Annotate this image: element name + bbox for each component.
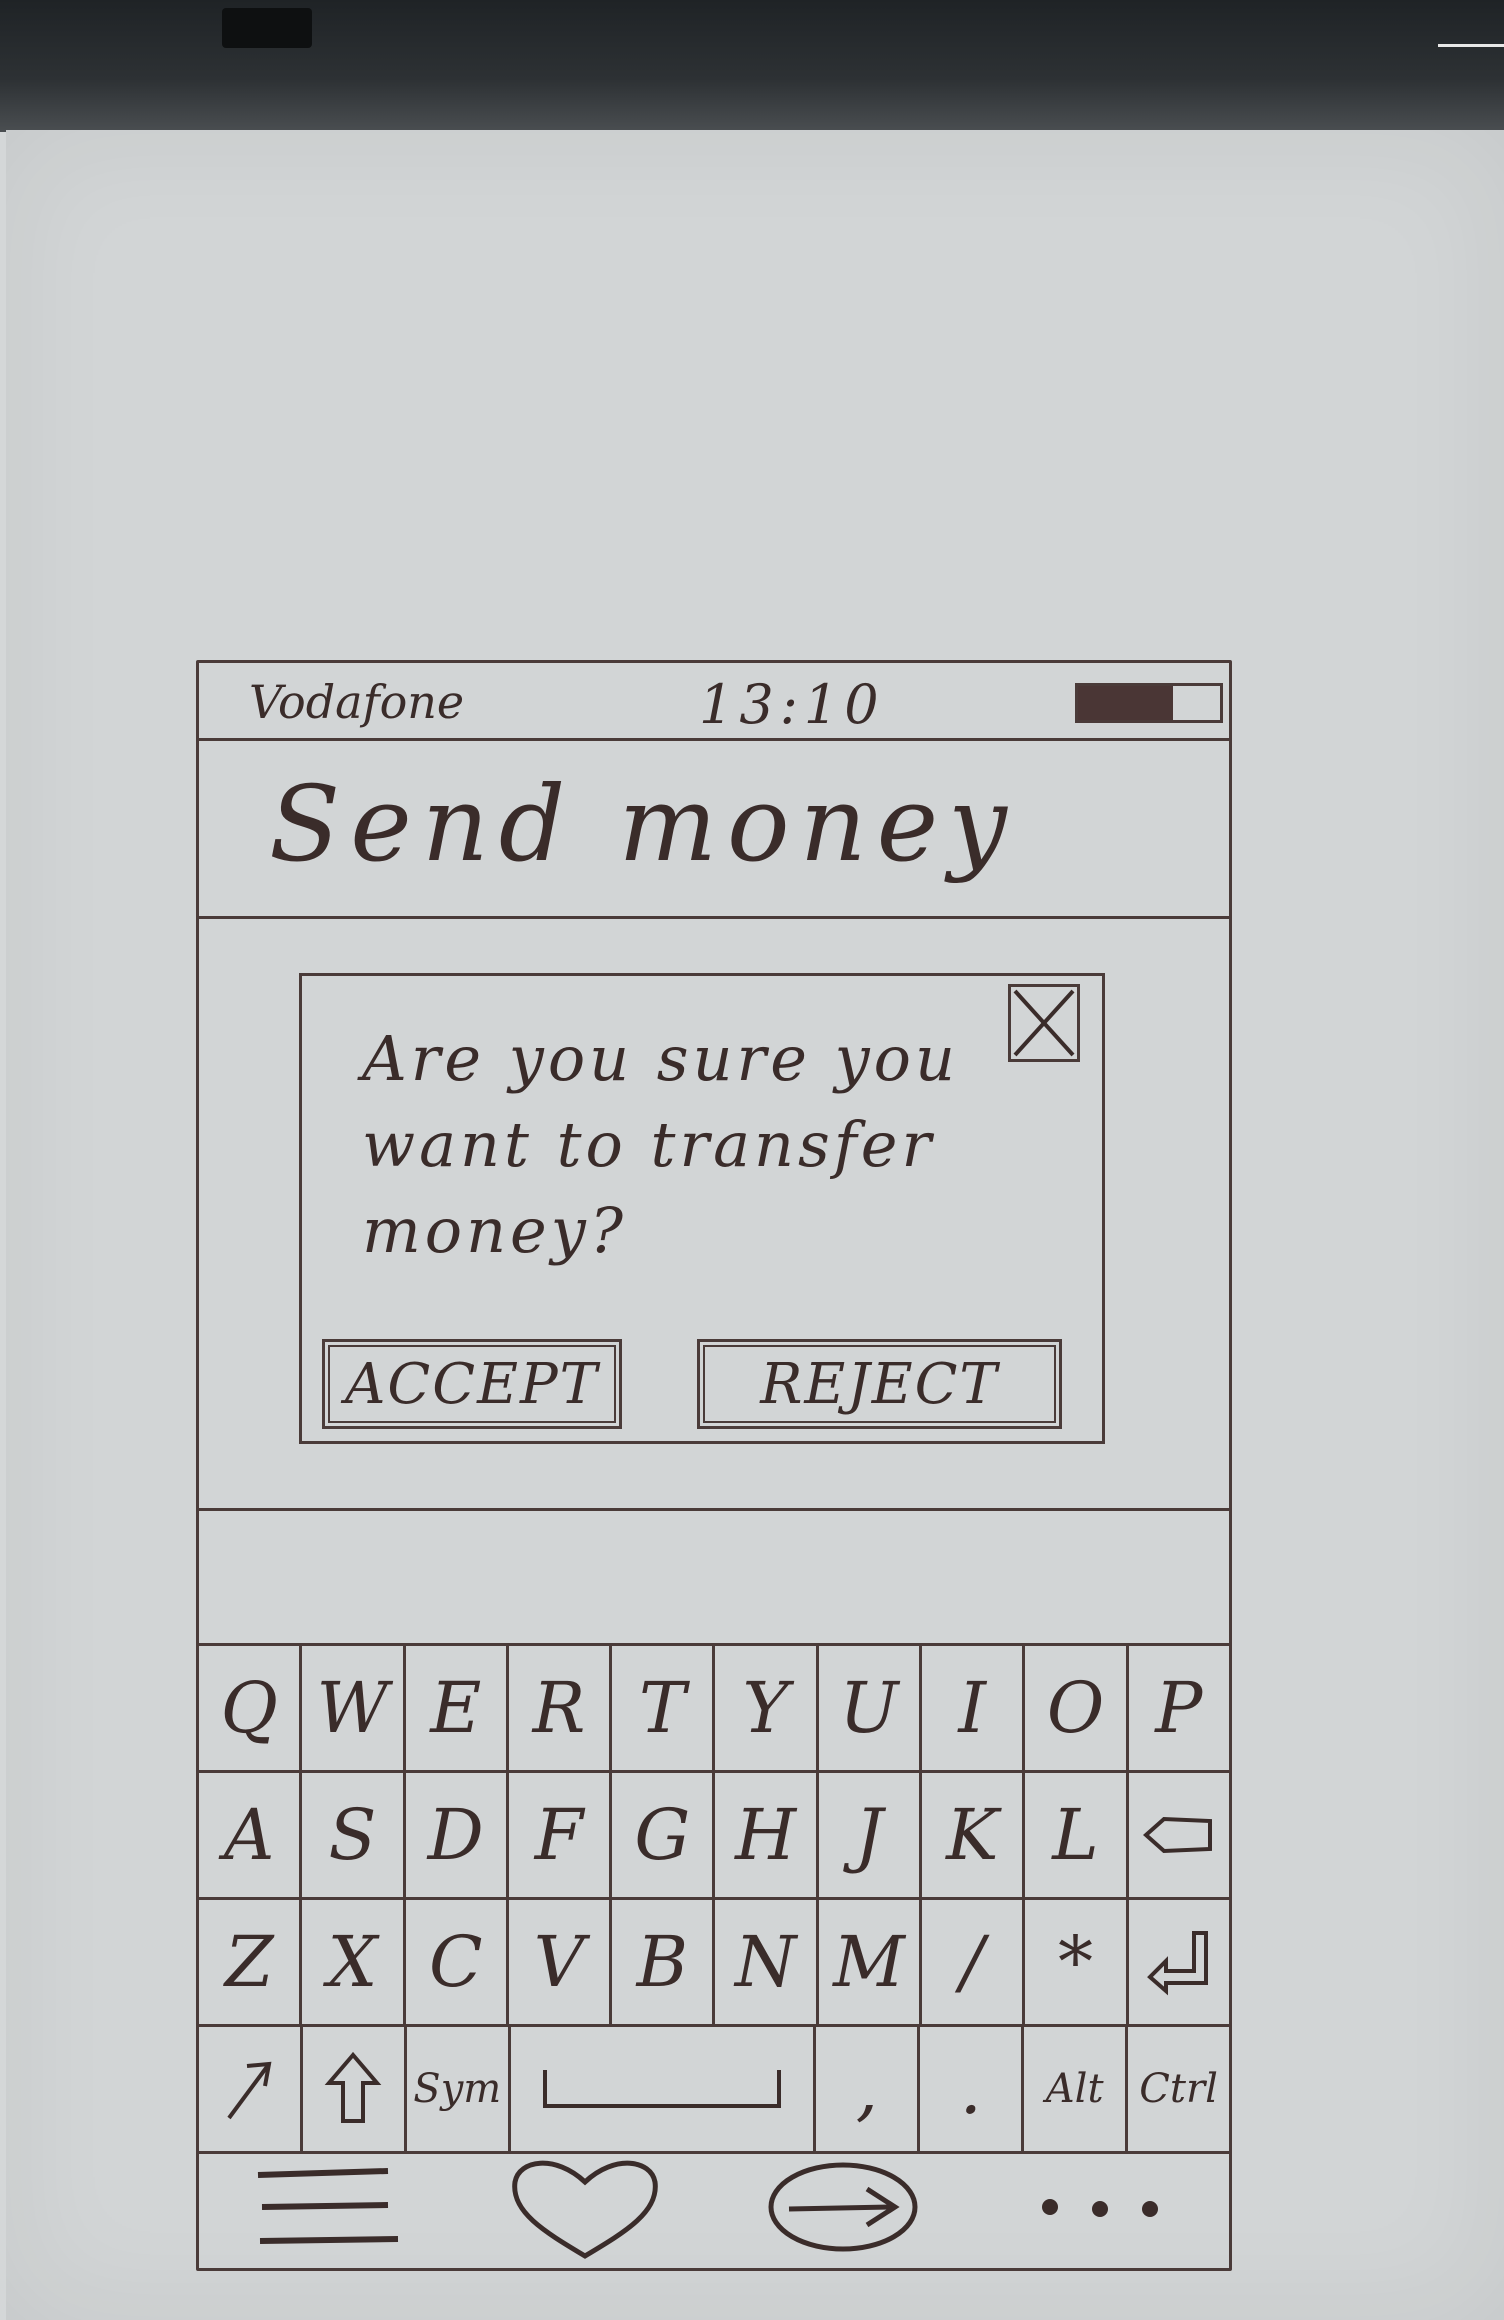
key-t[interactable]: T xyxy=(612,1646,716,1770)
status-bar: Vodafone 13:10 xyxy=(199,663,1229,741)
confirm-dialog: Are you sure you want to transfer money?… xyxy=(299,973,1105,1444)
key-f[interactable]: F xyxy=(509,1773,613,1897)
key-period[interactable]: . xyxy=(920,2027,1025,2151)
app-header: Send money xyxy=(199,738,1229,919)
photo-mark xyxy=(1438,44,1504,47)
menu-icon[interactable] xyxy=(243,2152,413,2262)
key-h[interactable]: H xyxy=(715,1773,819,1897)
sym-key[interactable]: Sym xyxy=(407,2027,511,2151)
dialog-message: Are you sure you want to transfer money? xyxy=(362,1022,959,1267)
ctrl-key[interactable]: Ctrl xyxy=(1128,2027,1229,2151)
text-input-area[interactable] xyxy=(199,1511,1229,1643)
reject-button[interactable]: REJECT xyxy=(697,1339,1062,1429)
key-g[interactable]: G xyxy=(612,1773,716,1897)
alt-key[interactable]: Alt xyxy=(1024,2027,1129,2151)
photo-clip xyxy=(222,8,312,48)
shift-key[interactable] xyxy=(303,2027,407,2151)
send-arrow-icon[interactable] xyxy=(758,2152,928,2262)
key-q[interactable]: Q xyxy=(199,1646,303,1770)
key-u[interactable]: U xyxy=(819,1646,923,1770)
space-bar-icon xyxy=(543,2070,782,2108)
key-v[interactable]: V xyxy=(509,1900,613,2024)
enter-icon xyxy=(1146,1931,1208,1996)
key-k[interactable]: K xyxy=(922,1773,1026,1897)
key-x[interactable]: X xyxy=(302,1900,406,2024)
key-e[interactable]: E xyxy=(406,1646,509,1770)
keyboard-row-1: Q W E R T Y U I O P xyxy=(199,1646,1229,1773)
key-w[interactable]: W xyxy=(302,1646,406,1770)
key-r[interactable]: R xyxy=(509,1646,613,1770)
page-title: Send money xyxy=(269,763,1017,885)
keyboard-row-2: A S D F G H J K L xyxy=(199,1773,1229,1900)
status-time: 13:10 xyxy=(699,673,885,736)
more-icon[interactable] xyxy=(1015,2152,1185,2262)
key-c[interactable]: C xyxy=(406,1900,509,2024)
backspace-key[interactable] xyxy=(1129,1773,1229,1897)
accept-button[interactable]: ACCEPT xyxy=(322,1339,622,1429)
arrow-key[interactable] xyxy=(199,2027,303,2151)
keyboard-row-4: Sym , . Alt Ctrl xyxy=(199,2027,1229,2154)
phone-frame: Vodafone 13:10 Send money Are you sure y… xyxy=(196,660,1232,2271)
key-i[interactable]: I xyxy=(922,1646,1026,1770)
key-o[interactable]: O xyxy=(1025,1646,1129,1770)
close-icon[interactable] xyxy=(1008,984,1080,1062)
heart-icon[interactable] xyxy=(500,2152,670,2262)
key-a[interactable]: A xyxy=(199,1773,303,1897)
shift-icon xyxy=(325,2051,382,2123)
battery-icon xyxy=(1075,683,1223,723)
key-asterisk[interactable]: * xyxy=(1025,1900,1129,2024)
key-y[interactable]: Y xyxy=(715,1646,819,1770)
photo-top-edge xyxy=(0,0,1504,132)
enter-key[interactable] xyxy=(1129,1900,1229,2024)
keyboard: Q W E R T Y U I O P A S D F G H J K L Z … xyxy=(199,1646,1229,2154)
key-b[interactable]: B xyxy=(612,1900,716,2024)
key-d[interactable]: D xyxy=(406,1773,509,1897)
key-j[interactable]: J xyxy=(819,1773,923,1897)
key-p[interactable]: P xyxy=(1129,1646,1229,1770)
carrier-name: Vodafone xyxy=(249,675,465,729)
space-key[interactable] xyxy=(511,2027,817,2151)
bottom-nav xyxy=(199,2146,1229,2268)
backspace-icon xyxy=(1142,1816,1212,1854)
diagonal-arrow-icon xyxy=(227,2061,272,2120)
key-comma[interactable]: , xyxy=(816,2027,921,2151)
key-s[interactable]: S xyxy=(302,1773,406,1897)
paper-sheet: Vodafone 13:10 Send money Are you sure y… xyxy=(6,130,1504,2320)
key-z[interactable]: Z xyxy=(199,1900,303,2024)
keyboard-row-3: Z X C V B N M / * xyxy=(199,1900,1229,2027)
key-m[interactable]: M xyxy=(819,1900,923,2024)
key-l[interactable]: L xyxy=(1025,1773,1129,1897)
key-slash[interactable]: / xyxy=(922,1900,1026,2024)
key-n[interactable]: N xyxy=(715,1900,819,2024)
